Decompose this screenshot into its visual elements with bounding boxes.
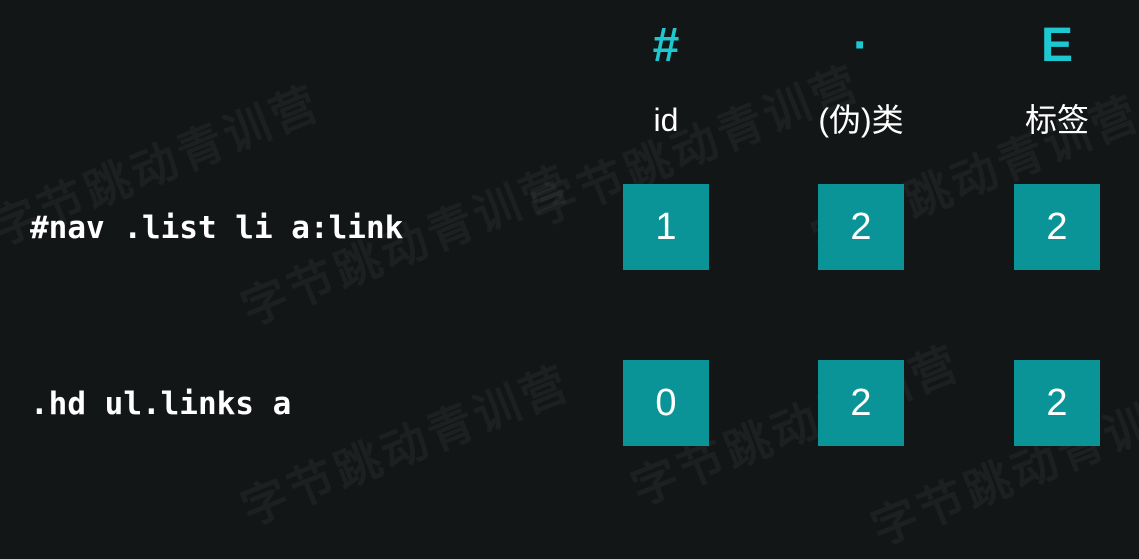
column-symbol-id: # xyxy=(652,19,680,72)
column-label-class: (伪)类 xyxy=(818,102,904,138)
specificity-box-class: 2 xyxy=(818,360,904,446)
specificity-box-element: 2 xyxy=(1014,360,1100,446)
column-label-id: id xyxy=(653,102,679,138)
specificity-box-class: 2 xyxy=(818,184,904,270)
column-symbol-element: E xyxy=(1040,19,1073,72)
specificity-box-element: 2 xyxy=(1014,184,1100,270)
column-symbol-class: · xyxy=(853,19,869,72)
specificity-box-id: 1 xyxy=(623,184,709,270)
watermark: 字节跳动青训营 xyxy=(230,347,579,539)
column-label-element: 标签 xyxy=(1024,102,1089,138)
selector-text: #nav .list li a:link xyxy=(30,210,404,246)
specificity-box-id: 0 xyxy=(623,360,709,446)
selector-text: .hd ul.links a xyxy=(30,386,292,422)
